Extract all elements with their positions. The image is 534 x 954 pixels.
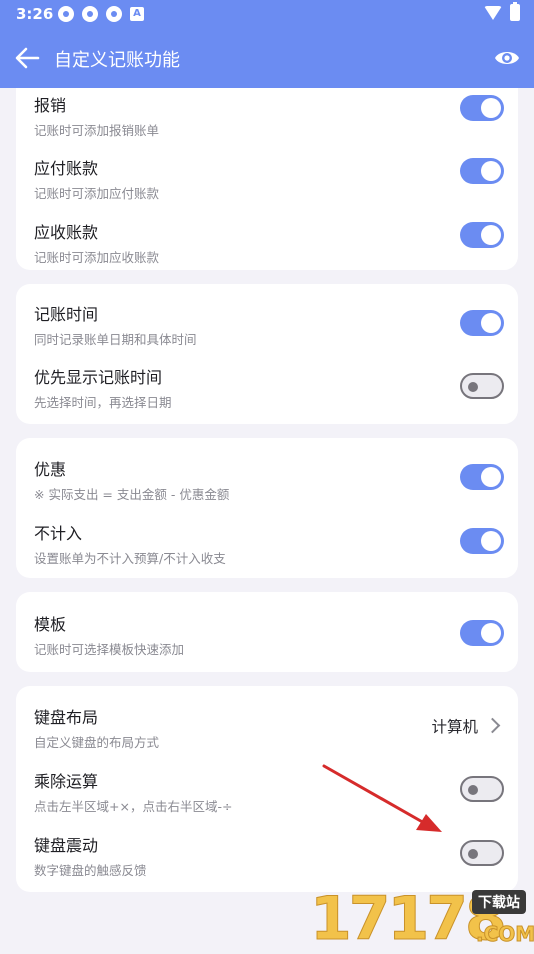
settings-list[interactable]: 报销 记账时可添加报销账单 应付账款 记账时可添加应付账款 应收账款 记账时可添…: [0, 88, 534, 950]
card-reimburse-payables: 报销 记账时可添加报销账单 应付账款 记账时可添加应付账款 应收账款 记账时可添…: [16, 88, 518, 270]
setting-row-time-first[interactable]: 优先显示记账时间 先选择时间，再选择日期: [16, 364, 518, 428]
setting-subtitle: 记账时可添加报销账单: [34, 123, 160, 138]
setting-subtitle: 记账时可添加应收账款: [34, 250, 160, 265]
toggle-knob: [481, 161, 501, 181]
toggle-knob: [481, 313, 501, 333]
toggle-knob: [481, 623, 501, 643]
setting-row-discount[interactable]: 优惠 ※ 实际支出 = 支出金额 - 优惠金额: [16, 456, 518, 520]
watermark-badge: 下载站: [472, 890, 526, 914]
toggle-switch[interactable]: [460, 528, 504, 554]
toggle-switch[interactable]: [460, 840, 504, 866]
setting-row-template[interactable]: 模板 记账时可选择模板快速添加: [16, 611, 518, 675]
toggle-knob: [468, 382, 478, 392]
setting-title: 应收账款: [34, 223, 99, 242]
toggle-knob: [481, 467, 501, 487]
status-bar: 3:26 A: [0, 0, 534, 28]
card-template: 模板 记账时可选择模板快速添加: [16, 592, 518, 672]
setting-title: 应付账款: [34, 159, 99, 178]
setting-row-reimburse[interactable]: 报销 记账时可添加报销账单: [16, 92, 518, 156]
chevron-right-icon: [484, 717, 501, 734]
toggle-knob: [481, 98, 501, 118]
setting-row-keyboard-layout[interactable]: 键盘布局 自定义键盘的布局方式 计算机: [16, 704, 518, 768]
app-bar: 自定义记账功能: [0, 28, 534, 88]
setting-title: 优惠: [34, 460, 67, 479]
setting-title: 键盘震动: [34, 836, 99, 855]
back-arrow-icon[interactable]: [14, 46, 40, 70]
setting-title: 键盘布局: [34, 708, 99, 727]
setting-title: 不计入: [34, 524, 83, 543]
toggle-switch[interactable]: [460, 776, 504, 802]
setting-subtitle: 同时记录账单日期和具体时间: [34, 332, 197, 347]
setting-subtitle: 记账时可选择模板快速添加: [34, 642, 185, 657]
toggle-switch[interactable]: [460, 158, 504, 184]
setting-subtitle: 先选择时间，再选择日期: [34, 395, 172, 410]
page-title: 自定义记账功能: [54, 50, 180, 71]
card-discount: 优惠 ※ 实际支出 = 支出金额 - 优惠金额 不计入 设置账单为不计入预算/不…: [16, 438, 518, 578]
battery-icon: [510, 2, 520, 21]
notification-app-icon: [106, 6, 122, 22]
wifi-icon: [484, 5, 502, 20]
toggle-switch[interactable]: [460, 310, 504, 336]
eye-icon[interactable]: [494, 47, 520, 69]
red-arrow-annotation: [322, 764, 442, 832]
setting-subtitle: ※ 实际支出 = 支出金额 - 优惠金额: [34, 487, 230, 502]
toggle-switch[interactable]: [460, 373, 504, 399]
toggle-knob: [481, 531, 501, 551]
toggle-switch[interactable]: [460, 222, 504, 248]
watermark-domain: .COM: [475, 922, 534, 947]
notification-icons: A: [58, 6, 144, 22]
setting-title: 模板: [34, 615, 67, 634]
toggle-switch[interactable]: [460, 620, 504, 646]
setting-title: 记账时间: [34, 305, 99, 324]
setting-subtitle: 自定义键盘的布局方式: [34, 735, 160, 750]
toggle-switch[interactable]: [460, 464, 504, 490]
toggle-knob: [468, 785, 478, 795]
setting-title: 优先显示记账时间: [34, 368, 163, 387]
setting-row-exclude[interactable]: 不计入 设置账单为不计入预算/不计入收支: [16, 520, 518, 584]
setting-subtitle: 点击左半区域+×，点击右半区域-÷: [34, 799, 233, 814]
watermark-logo: 17178 下载站 .COM: [310, 884, 534, 954]
setting-subtitle: 记账时可添加应付账款: [34, 186, 160, 201]
setting-subtitle: 设置账单为不计入预算/不计入收支: [34, 551, 226, 566]
setting-title: 报销: [34, 96, 67, 115]
notification-app-icon: [58, 6, 74, 22]
setting-title: 乘除运算: [34, 772, 99, 791]
toggle-switch[interactable]: [460, 95, 504, 121]
notification-app-icon: [82, 6, 98, 22]
card-time: 记账时间 同时记录账单日期和具体时间 优先显示记账时间 先选择时间，再选择日期: [16, 284, 518, 424]
status-time: 3:26: [16, 5, 54, 23]
notification-a-icon: A: [130, 7, 144, 21]
toggle-knob: [481, 225, 501, 245]
setting-row-receivables[interactable]: 应收账款 记账时可添加应收账款: [16, 219, 518, 283]
keyboard-layout-value: 计算机: [431, 718, 478, 736]
setting-row-payables[interactable]: 应付账款 记账时可添加应付账款: [16, 155, 518, 219]
setting-subtitle: 数字键盘的触感反馈: [34, 863, 147, 878]
setting-row-record-time[interactable]: 记账时间 同时记录账单日期和具体时间: [16, 301, 518, 365]
toggle-knob: [468, 849, 478, 859]
